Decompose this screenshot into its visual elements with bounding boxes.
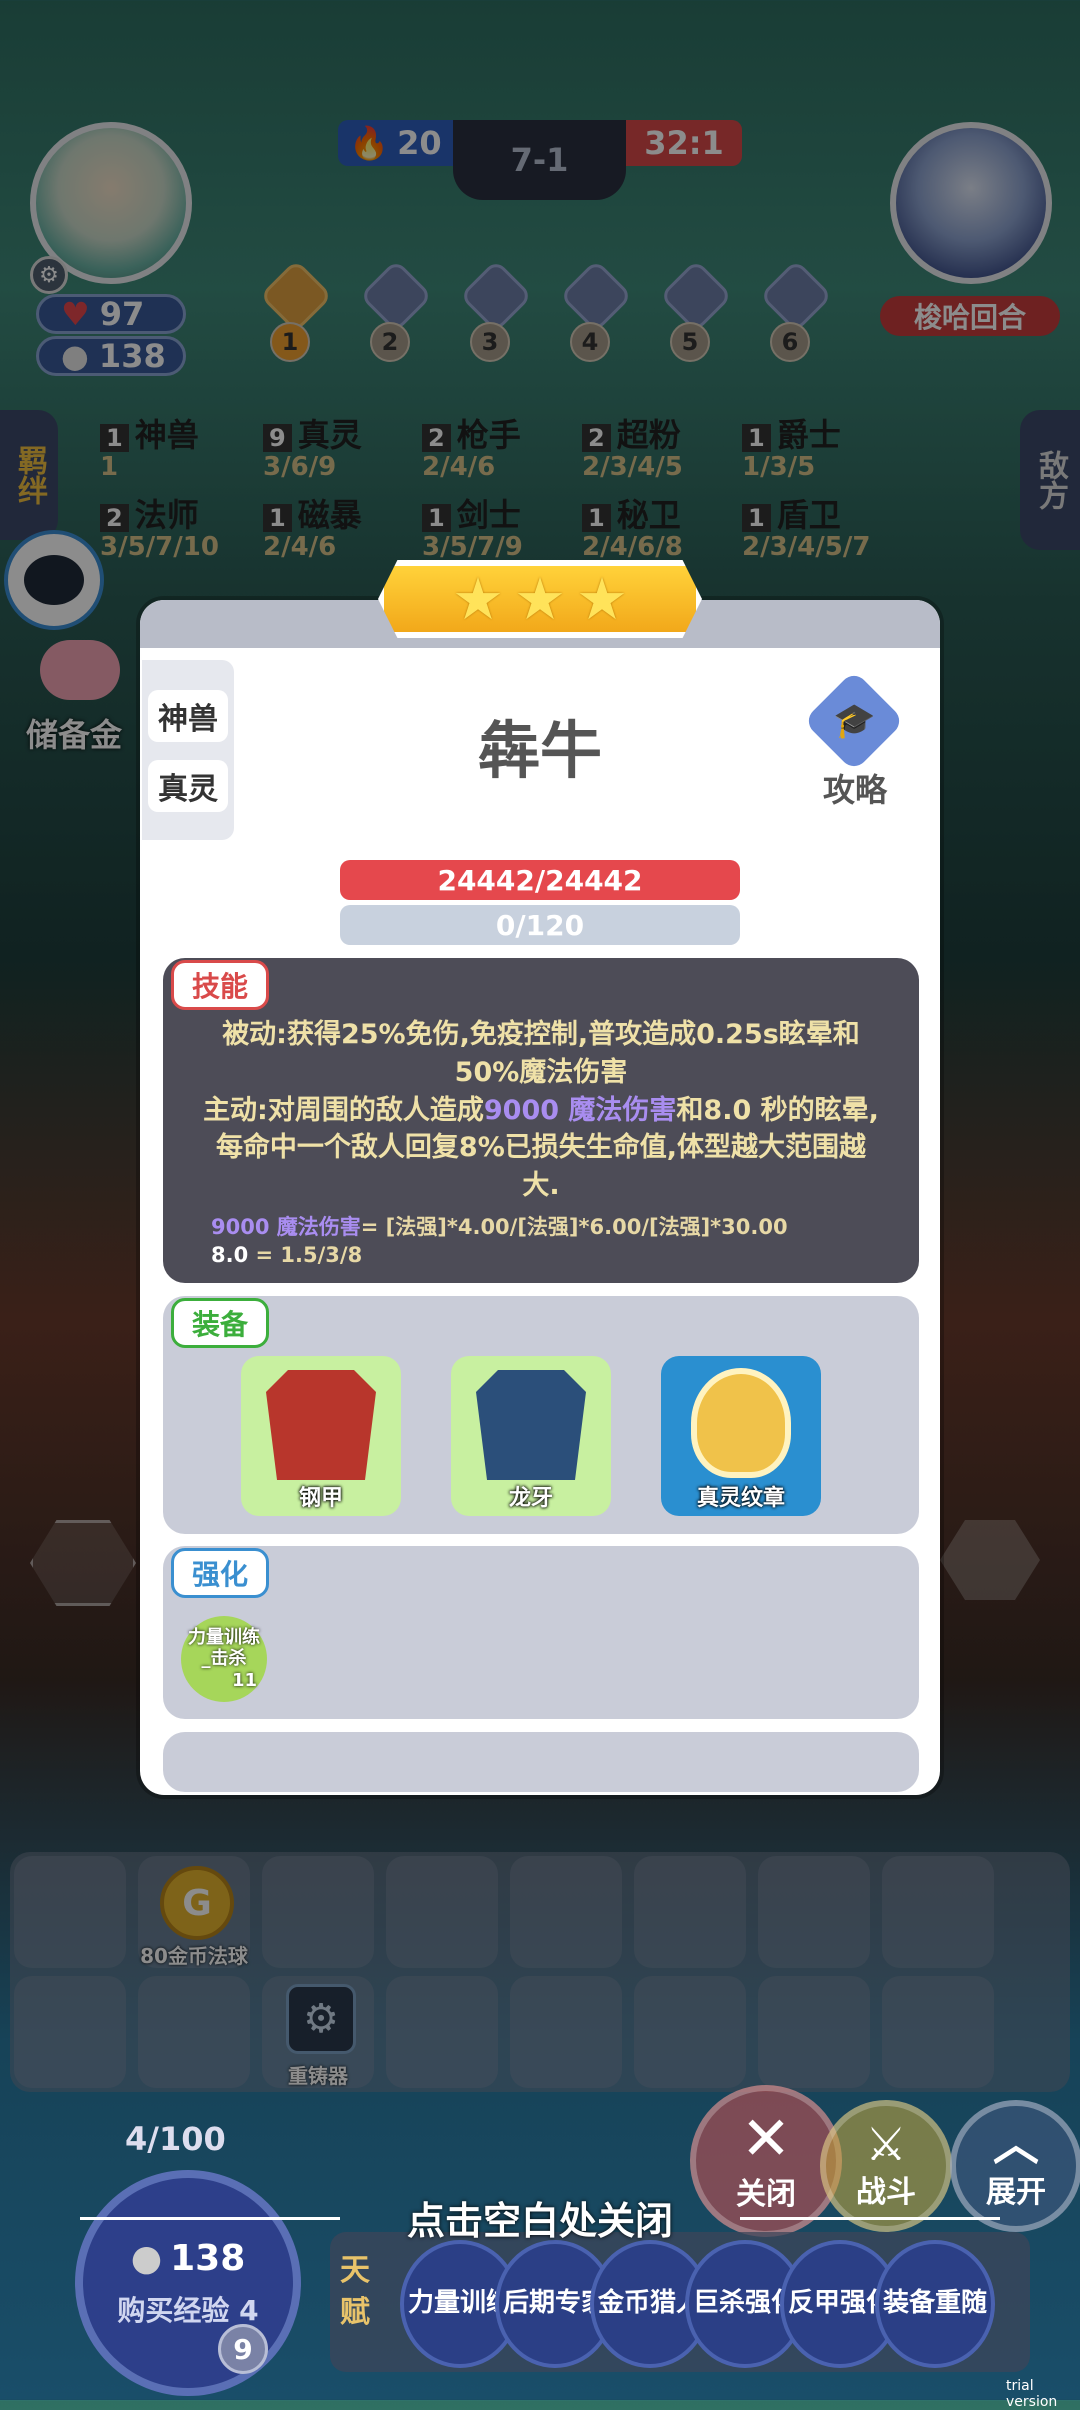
- skill-formulas: 9000 魔法伤害= [法强]*4.00/[法强]*6.00/[法强]*30.0…: [211, 1213, 891, 1270]
- equipment-section: 装备 钢甲 龙牙 真灵纹章: [163, 1296, 919, 1534]
- hp-bar: 24442/24442: [340, 860, 740, 900]
- equipment-item[interactable]: 钢甲: [241, 1356, 401, 1516]
- star-rating: ★ ★ ★: [378, 560, 702, 638]
- enhance-section: 强化 力量训练 _击杀 11: [163, 1546, 919, 1719]
- level-badge: 9: [218, 2324, 268, 2374]
- close-hint-line-right: [740, 2217, 1000, 2220]
- coin-icon: ●: [130, 2237, 163, 2279]
- guide-label: 攻略: [822, 771, 887, 809]
- enhance-item[interactable]: 力量训练 _击杀 11: [181, 1616, 267, 1702]
- close-hint-line-left: [80, 2217, 340, 2220]
- armor-icon: [266, 1370, 376, 1480]
- expand-button[interactable]: ︿ 展开: [950, 2100, 1080, 2232]
- buy-xp-button[interactable]: ● 138 购买经验 4: [75, 2170, 301, 2396]
- mana-bar: 0/120: [340, 905, 740, 945]
- enhance-tag: 强化: [171, 1548, 270, 1598]
- chevron-up-icon: ︿: [993, 2117, 1039, 2171]
- next-section-peek: [163, 1732, 919, 1792]
- equipment-item[interactable]: 龙牙: [451, 1356, 611, 1516]
- buy-xp-gold: 138: [170, 2237, 246, 2279]
- unit-detail-modal: 神兽 真灵 犇牛 🎓 攻略 24442/24442 0/120 技能 被动:获得…: [140, 600, 940, 1795]
- skill-passive: 被动:获得25%免伤,免疫控制,普攻造成0.25s眩晕和50%魔法伤害: [222, 1019, 860, 1088]
- formula-stun: 8.0 = 1.5/3/8: [211, 1243, 363, 1268]
- talent-label: 天赋: [340, 2253, 370, 2330]
- hp-text: 24442/24442: [437, 863, 643, 897]
- skill-damage: 9000 魔法伤害: [483, 1094, 677, 1126]
- buy-xp-label: 购买经验 4: [117, 2293, 259, 2327]
- armor-icon: [476, 1370, 586, 1480]
- close-icon: ✕: [740, 2104, 792, 2174]
- close-label: 关闭: [736, 2177, 796, 2212]
- guide-button[interactable]: 🎓 攻略: [800, 670, 910, 809]
- equipment-item[interactable]: 真灵纹章: [661, 1356, 821, 1516]
- swords-icon: ⚔: [865, 2117, 907, 2171]
- equipment-tag: 装备: [171, 1298, 270, 1348]
- skill-tag: 技能: [171, 960, 270, 1010]
- skill-section: 技能 被动:获得25%免伤,免疫控制,普攻造成0.25s眩晕和50%魔法伤害 主…: [163, 958, 919, 1283]
- star-icon: ★: [452, 565, 504, 633]
- close-hint[interactable]: 点击空白处关闭: [340, 2190, 740, 2245]
- trial-watermark: trial version: [1006, 2378, 1058, 2410]
- skill-active: 主动:对周围的敌人造成9000 魔法伤害和8.0 秒的眩晕,每命中一个敌人回复8…: [203, 1094, 879, 1202]
- star-icon: ★: [576, 565, 628, 633]
- expand-label: 展开: [986, 2175, 1046, 2210]
- formula-damage: 9000 魔法伤害= [法强]*4.00/[法强]*6.00/[法强]*30.0…: [211, 1215, 788, 1239]
- graduation-cap-icon: 🎓: [803, 670, 905, 772]
- talent-item[interactable]: 装备重随: [875, 2240, 995, 2368]
- emblem-icon: [691, 1368, 791, 1478]
- fight-button[interactable]: ⚔ 战斗: [820, 2100, 952, 2232]
- xp-counter: 4/100: [125, 2120, 226, 2158]
- fight-label: 战斗: [856, 2175, 916, 2210]
- skill-description: 被动:获得25%免伤,免疫控制,普攻造成0.25s眩晕和50%魔法伤害 主动:对…: [203, 1016, 879, 1205]
- star-icon: ★: [514, 565, 566, 633]
- level-number: 9: [233, 2332, 253, 2366]
- mana-text: 0/120: [495, 908, 585, 942]
